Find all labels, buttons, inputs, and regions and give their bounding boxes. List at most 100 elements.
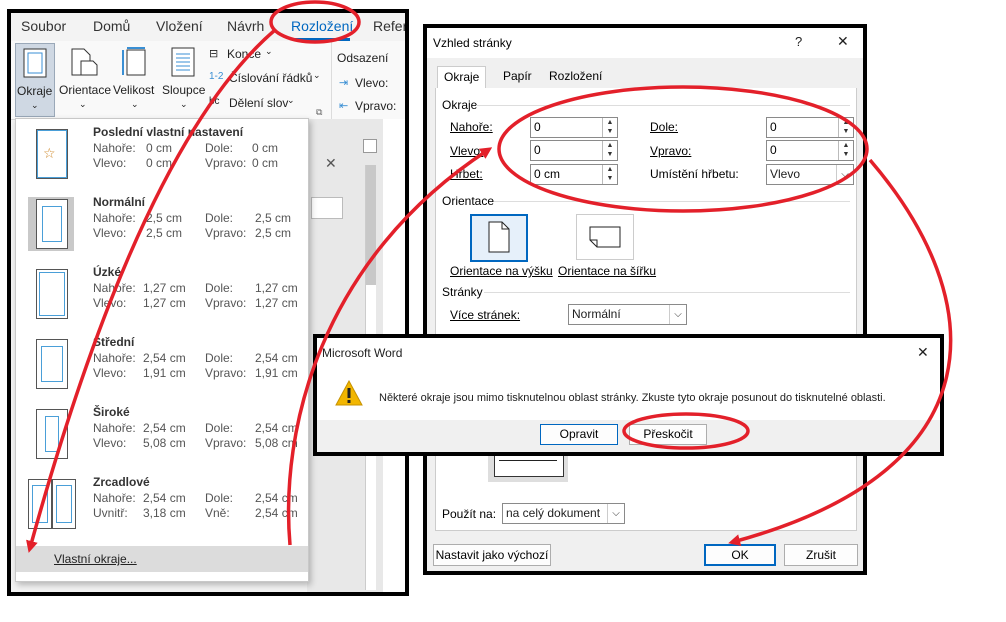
- warning-icon: [335, 380, 363, 406]
- set-default-button[interactable]: Nastavit jako výchozí: [433, 544, 551, 566]
- ignore-label: Přeskočit: [643, 427, 693, 441]
- chevron-down-icon: ⌄: [180, 99, 188, 109]
- preset-title: Poslední vlastní nastavení: [93, 125, 244, 139]
- orientation-button[interactable]: Orientace ⌄: [57, 43, 111, 115]
- chevron-down-icon: ⌄: [79, 99, 87, 109]
- warning-alert-dialog: Microsoft Word ✕ Některé okraje jsou mim…: [313, 334, 944, 456]
- tab-layout[interactable]: Rozložení: [291, 18, 353, 34]
- margins-menu: ☆ Poslední vlastní nastavení Nahoře: 0 c…: [15, 118, 309, 582]
- star-icon: ☆: [43, 145, 56, 161]
- ok-button[interactable]: OK: [704, 544, 776, 566]
- preset-label: Dole:: [205, 491, 234, 505]
- indent-left-label: Vlevo:: [355, 76, 389, 90]
- set-default-label: Nastavit jako výchozí: [435, 548, 549, 562]
- tab-margins[interactable]: Okraje: [437, 66, 487, 90]
- bottom-margin-field[interactable]: [767, 118, 836, 135]
- close-icon[interactable]: ✕: [917, 344, 929, 361]
- margins-preset-wide[interactable]: Široké Nahoře: 2,54 cm Dole: 2,54 cm Vle…: [16, 399, 308, 469]
- preset-title: Normální: [93, 195, 146, 209]
- hyphenation-label: Dělení slov: [229, 96, 289, 110]
- tab-file[interactable]: Soubor: [21, 18, 66, 34]
- alert-message: Některé okraje jsou mimo tisknutelnou ob…: [379, 392, 886, 404]
- apply-to-select[interactable]: na celý dokument ⌵: [502, 503, 625, 524]
- margins-button[interactable]: Okraje ⌄: [15, 43, 55, 117]
- tab-home[interactable]: Domů: [93, 18, 130, 34]
- ribbon-tab-strip: Soubor Domů Vložení Návrh Rozložení Refe…: [11, 13, 405, 41]
- margins-preset-last-custom[interactable]: ☆ Poslední vlastní nastavení Nahoře: 0 c…: [16, 119, 308, 189]
- apply-to-text: Použít na:: [442, 507, 497, 521]
- gutter-field[interactable]: [531, 165, 600, 182]
- line-numbers-icon: 1‑2: [209, 71, 224, 82]
- preset-value: 5,08 cm: [255, 436, 298, 450]
- custom-margins-item[interactable]: Vlastní okraje...: [16, 546, 308, 572]
- gutter-input[interactable]: ▲▼: [530, 164, 618, 185]
- portrait-button[interactable]: [470, 214, 528, 262]
- landscape-button[interactable]: [576, 214, 634, 260]
- margins-preset-narrow[interactable]: Úzké Nahoře: 1,27 cm Dole: 1,27 cm Vlevo…: [16, 259, 308, 329]
- columns-button[interactable]: Sloupce ⌄: [159, 43, 207, 115]
- spin-arrows[interactable]: ▲ ▼: [838, 118, 853, 137]
- tab-design[interactable]: Návrh: [227, 18, 264, 34]
- spin-arrows[interactable]: ▲ ▼: [838, 141, 853, 160]
- indent-header: Odsazení: [337, 51, 389, 65]
- bottom-margin-label: Dole:: [650, 120, 679, 134]
- fix-button[interactable]: Opravit: [540, 424, 618, 445]
- hyphenation-button[interactable]: bc Dělení slov ⌄: [209, 95, 324, 112]
- pane-dropdown[interactable]: [311, 197, 343, 219]
- line-numbers-button[interactable]: 1‑2 Číslování řádků ⌄: [209, 70, 324, 87]
- chevron-down-icon: ⌄: [265, 46, 273, 56]
- top-margin-field[interactable]: [531, 118, 600, 135]
- close-icon[interactable]: ✕: [325, 155, 337, 172]
- breaks-button[interactable]: ⊟ Konce ⌄: [209, 46, 324, 63]
- margins-preset-normal[interactable]: Normální Nahoře: 2,5 cm Dole: 2,5 cm Vle…: [16, 189, 308, 259]
- preset-label: Vlevo:: [93, 366, 127, 380]
- left-margin-field[interactable]: [531, 141, 600, 158]
- tab-references[interactable]: Refer: [373, 18, 405, 34]
- margins-label: Okraje: [17, 84, 53, 98]
- spin-arrows[interactable]: ▲ ▼: [602, 165, 617, 184]
- help-icon[interactable]: ?: [795, 34, 802, 49]
- top-margin-input[interactable]: ▲▼: [530, 117, 618, 138]
- multiple-pages-select[interactable]: Normální ⌵: [568, 304, 687, 325]
- size-button[interactable]: Velikost ⌄: [109, 43, 159, 115]
- ribbon-body: Okraje ⌄ Orientace ⌄ Velikost ⌄ Sloupce …: [11, 41, 405, 120]
- portrait-page-icon: [488, 221, 510, 253]
- size-label: Velikost: [113, 83, 155, 97]
- tab-paper[interactable]: Papír: [497, 66, 538, 87]
- cancel-button[interactable]: Zrušit: [784, 544, 858, 566]
- margins-preset-mirrored[interactable]: Zrcadlové Nahoře: 2,54 cm Dole: 2,54 cm …: [16, 469, 308, 539]
- preset-label: Nahoře:: [93, 281, 136, 295]
- portrait-label: Orientace na výšku: [450, 264, 553, 278]
- right-margin-field[interactable]: [767, 141, 836, 158]
- preset-value: 2,5 cm: [146, 211, 183, 225]
- preset-label: Vpravo:: [205, 366, 247, 380]
- preset-value: 1,91 cm: [143, 366, 186, 380]
- ignore-button[interactable]: Přeskočit: [629, 424, 707, 445]
- margins-preset-moderate[interactable]: Střední Nahoře: 2,54 cm Dole: 2,54 cm Vl…: [16, 329, 308, 399]
- breaks-label: Konce: [227, 47, 262, 61]
- apply-to-label: Použít na:: [442, 507, 496, 521]
- dialog-tabs: Okraje Papír Rozložení: [435, 66, 855, 90]
- bottom-margin-input[interactable]: ▲▼: [766, 117, 854, 138]
- close-icon[interactable]: ✕: [837, 33, 849, 50]
- preset-value: 1,27 cm: [143, 296, 186, 310]
- tab-layout[interactable]: Rozložení: [543, 66, 608, 87]
- spin-arrows[interactable]: ▲ ▼: [602, 118, 617, 137]
- preset-label: Dole:: [205, 211, 234, 225]
- spin-arrows[interactable]: ▲ ▼: [602, 141, 617, 160]
- orientation-group-title: Orientace: [442, 194, 495, 208]
- columns-icon: [171, 47, 195, 77]
- preset-label: Dole:: [205, 141, 234, 155]
- preset-label: Vpravo:: [205, 226, 247, 240]
- preset-label: Nahoře:: [93, 491, 136, 505]
- preset-label: Vpravo:: [205, 156, 247, 170]
- tab-insert[interactable]: Vložení: [156, 18, 203, 34]
- right-margin-input[interactable]: ▲▼: [766, 140, 854, 161]
- dialog-launcher-icon[interactable]: ⧉: [316, 107, 322, 118]
- breaks-icon: ⊟: [209, 48, 219, 60]
- left-margin-input[interactable]: ▲▼: [530, 140, 618, 161]
- chevron-down-icon: ⌵: [607, 504, 624, 523]
- gutter-position-select[interactable]: Vlevo ⌵: [766, 164, 854, 185]
- preset-thumbnail: [28, 337, 74, 391]
- preset-value: 1,27 cm: [255, 281, 298, 295]
